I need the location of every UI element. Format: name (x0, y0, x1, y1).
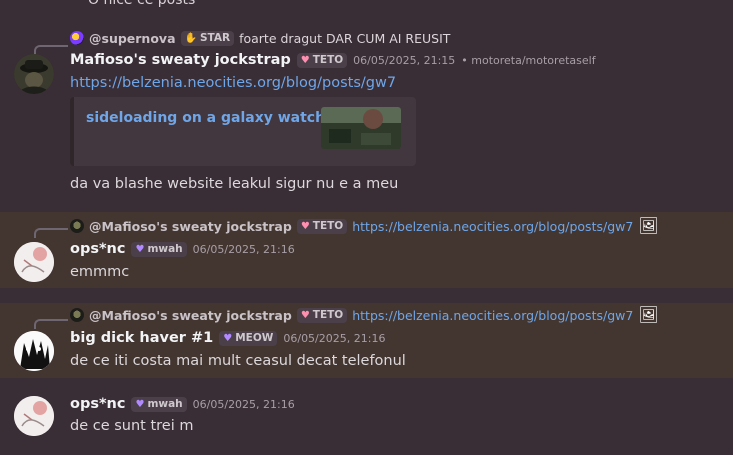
reply-preview[interactable]: @Mafioso's sweaty jockstrap ♥ TETO https:… (70, 307, 659, 323)
avatar[interactable] (14, 54, 54, 94)
message-text: de ce iti costa mai mult ceasul decat te… (70, 353, 406, 369)
avatar[interactable] (14, 331, 54, 371)
message-header: big dick haver #1 ♥ MEOW 06/05/2025, 21:1… (70, 330, 385, 346)
message-opsnc-2[interactable]: ops*nc ♥ mwah 06/05/2025, 21:16 de ce sun… (0, 385, 733, 455)
reply-author[interactable]: @Mafioso's sweaty jockstrap (89, 219, 292, 234)
image-icon: 🖼 (638, 305, 659, 324)
message-text: de ce sunt trei m (70, 418, 194, 434)
reply-role-tag: ✋ STAR (180, 30, 235, 46)
author-name[interactable]: Mafioso's sweaty jockstrap (70, 52, 291, 68)
message-text: emmmc (70, 264, 130, 280)
message-link[interactable]: https://belzenia.neocities.org/blog/post… (70, 75, 396, 91)
message-header: ops*nc ♥ mwah 06/05/2025, 21:16 (70, 396, 295, 412)
reply-avatar (70, 308, 84, 322)
reply-role-tag: ♥ TETO (296, 218, 348, 234)
forwarded-source[interactable]: • motoreta/motoretaself (461, 54, 595, 67)
heart-icon: ♥ (300, 54, 310, 66)
heart-icon: ♥ (300, 220, 310, 232)
reply-connector (34, 319, 68, 329)
avatar[interactable] (14, 396, 54, 436)
previous-message-fragment: O nice ce posts (88, 0, 196, 8)
reply-link[interactable]: https://belzenia.neocities.org/blog/post… (352, 308, 633, 323)
heart-icon: ♥ (300, 309, 310, 321)
reply-preview[interactable]: @supernova ✋ STAR foarte dragut DAR CUM A… (70, 30, 450, 46)
message-text: da va blashe website leakul sigur nu e a… (70, 176, 399, 192)
message-mafioso[interactable]: O nice ce posts @supernova ✋ STAR foarte … (0, 0, 733, 205)
message-big-dick-haver[interactable]: @Mafioso's sweaty jockstrap ♥ TETO https:… (0, 303, 733, 378)
embed-title[interactable]: sideloading on a galaxy watch 7 (86, 110, 340, 126)
heart-icon: ♥ (135, 398, 145, 410)
author-name[interactable]: big dick haver #1 (70, 330, 213, 346)
timestamp: 06/05/2025, 21:16 (283, 331, 386, 345)
reply-preview[interactable]: @Mafioso's sweaty jockstrap ♥ TETO https:… (70, 218, 659, 234)
timestamp: 06/05/2025, 21:16 (192, 242, 295, 256)
timestamp: 06/05/2025, 21:15 (353, 53, 456, 67)
heart-icon: ♥ (223, 332, 233, 344)
heart-icon: ♥ (135, 243, 145, 255)
message-header: ops*nc ♥ mwah 06/05/2025, 21:16 (70, 241, 295, 257)
chat-messages: O nice ce posts @supernova ✋ STAR foarte … (0, 0, 733, 455)
image-icon: 🖼 (638, 216, 659, 235)
author-name[interactable]: ops*nc (70, 241, 125, 257)
avatar[interactable] (14, 242, 54, 282)
reply-connector (34, 45, 68, 55)
timestamp: 06/05/2025, 21:16 (192, 397, 295, 411)
role-tag: ♥ MEOW (219, 330, 278, 346)
reply-link[interactable]: https://belzenia.neocities.org/blog/post… (352, 219, 633, 234)
role-tag: ♥ mwah (131, 396, 187, 412)
embed-thumbnail[interactable] (321, 107, 401, 149)
author-name[interactable]: ops*nc (70, 396, 125, 412)
reply-author[interactable]: @Mafioso's sweaty jockstrap (89, 308, 292, 323)
reply-avatar (70, 31, 84, 45)
link-embed[interactable]: sideloading on a galaxy watch 7 (70, 97, 416, 166)
role-tag: ♥ TETO (296, 52, 348, 68)
message-opsnc[interactable]: @Mafioso's sweaty jockstrap ♥ TETO https:… (0, 212, 733, 288)
hand-icon: ✋ (184, 32, 197, 44)
role-tag: ♥ mwah (131, 241, 187, 257)
reply-role-tag: ♥ TETO (296, 307, 348, 323)
reply-text: foarte dragut DAR CUM AI REUSIT (239, 30, 451, 46)
reply-author[interactable]: @supernova (89, 31, 176, 46)
reply-connector (34, 228, 68, 238)
message-header: Mafioso's sweaty jockstrap ♥ TETO 06/05/2… (70, 52, 596, 68)
reply-avatar (70, 219, 84, 233)
